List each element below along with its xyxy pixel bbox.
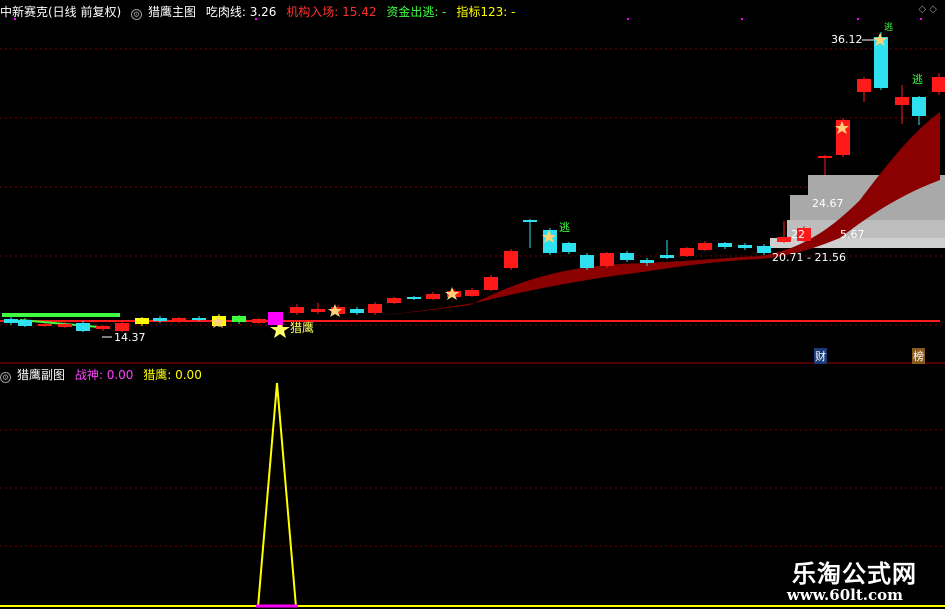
indicator-name[interactable]: 猎鹰主图: [148, 5, 196, 19]
candle-body: [426, 294, 440, 299]
panel-controls-icon[interactable]: ◇ ◇: [918, 4, 937, 15]
line1-value: 3.26: [249, 5, 277, 19]
chip-label-1: 24.67: [812, 197, 844, 210]
candle-body: [698, 243, 712, 250]
candle-body: [504, 251, 518, 268]
sub-header: ⚙ 猎鹰副图 战神: 0.00 猎鹰: 0.00: [0, 366, 208, 383]
chip-label-4: 20.71 - 21.56: [772, 251, 846, 264]
candle-body: [232, 316, 246, 322]
chip-label-2: 22: [791, 228, 805, 241]
candle-body: [912, 97, 926, 116]
chart-canvas[interactable]: [0, 0, 945, 609]
signal-star-icon: [445, 287, 459, 300]
candle-body: [76, 323, 90, 331]
sub-grid: [0, 429, 945, 547]
stock-title[interactable]: 中新赛克(日线 前复权): [0, 5, 121, 19]
candle-body: [895, 97, 909, 105]
escape-label-1: 逃: [559, 221, 570, 234]
line2: 机构入场: 15.42: [286, 5, 376, 19]
candle-body: [523, 220, 537, 222]
candle-body: [4, 319, 18, 323]
candle-body: [660, 255, 674, 258]
candle-body: [153, 318, 167, 321]
sub-indicator-name[interactable]: 猎鹰副图: [17, 368, 65, 382]
signal-star-icon: [328, 304, 342, 317]
candle-body: [311, 309, 325, 312]
watermark-url: www.60lt.com: [786, 586, 903, 604]
s1: 战神: 0.00: [75, 368, 134, 382]
main-header: 中新赛克(日线 前复权) ⚙ 猎鹰主图 吃肉线: 3.26 机构入场: 15.42…: [0, 3, 521, 20]
candle-body: [620, 253, 634, 260]
hunt-label: 猎鹰: [290, 321, 315, 335]
candle-body: [38, 324, 52, 326]
candle-body: [290, 307, 304, 313]
candle-body: [387, 298, 401, 303]
line3-label: 资金出逃:: [386, 5, 443, 19]
candle-body: [135, 318, 149, 324]
line4-value: -: [511, 5, 516, 19]
line1-label: 吃肉线:: [205, 5, 250, 19]
watermark-title: 乐淘公式网: [792, 559, 917, 588]
candle-body: [350, 309, 364, 313]
candle-body: [18, 320, 32, 326]
escape-label-3: 逃: [884, 23, 894, 33]
low-label: 14.37: [114, 331, 146, 344]
escape-label-2: 逃: [912, 73, 923, 86]
candle-body: [777, 237, 791, 242]
candle-body: [465, 290, 479, 296]
candle-body: [115, 323, 129, 331]
high-label: 36.12: [831, 33, 863, 46]
candle-body: [857, 79, 871, 92]
s1-label: 战神:: [74, 368, 107, 382]
candle-body: [407, 297, 421, 299]
finance-tag[interactable]: 财: [814, 348, 827, 364]
settings-icon[interactable]: ⚙: [131, 9, 143, 20]
line3-value: -: [442, 5, 447, 19]
main-grid: [0, 48, 945, 326]
candle-body: [738, 245, 752, 248]
line4-label: 指标123:: [456, 5, 512, 19]
candle-body: [368, 304, 382, 313]
line2-value: 15.42: [342, 5, 377, 19]
sub-spike: [257, 382, 297, 608]
candle-body: [252, 319, 266, 323]
candle-body: [484, 277, 498, 290]
candles: [4, 32, 945, 332]
candle-body: [640, 260, 654, 263]
rank-tag[interactable]: 榜: [912, 348, 925, 364]
candle-body: [58, 324, 72, 327]
candle-body: [562, 243, 576, 252]
line3: 资金出逃: -: [386, 5, 446, 19]
line1: 吃肉线: 3.26: [206, 5, 277, 19]
line2-label: 机构入场:: [286, 5, 343, 19]
hunt-box: [268, 312, 283, 325]
chip-label-3: 5.67: [840, 228, 865, 241]
sub-settings-icon[interactable]: ⚙: [0, 372, 11, 383]
line4: 指标123: -: [456, 5, 515, 19]
candle-body: [96, 326, 110, 329]
s2: 猎鹰: 0.00: [143, 368, 202, 382]
candle-body: [932, 77, 945, 92]
candle-body: [757, 246, 771, 253]
candle-body: [192, 318, 206, 320]
s2-label: 猎鹰:: [143, 368, 176, 382]
s1-value: 0.00: [106, 368, 134, 382]
candle-body: [600, 253, 614, 266]
candle-body: [172, 318, 186, 322]
candle-body: [580, 255, 594, 268]
candle-body: [818, 156, 832, 158]
candle-body: [680, 248, 694, 256]
candle-body: [718, 243, 732, 247]
s2-value: 0.00: [175, 368, 202, 382]
